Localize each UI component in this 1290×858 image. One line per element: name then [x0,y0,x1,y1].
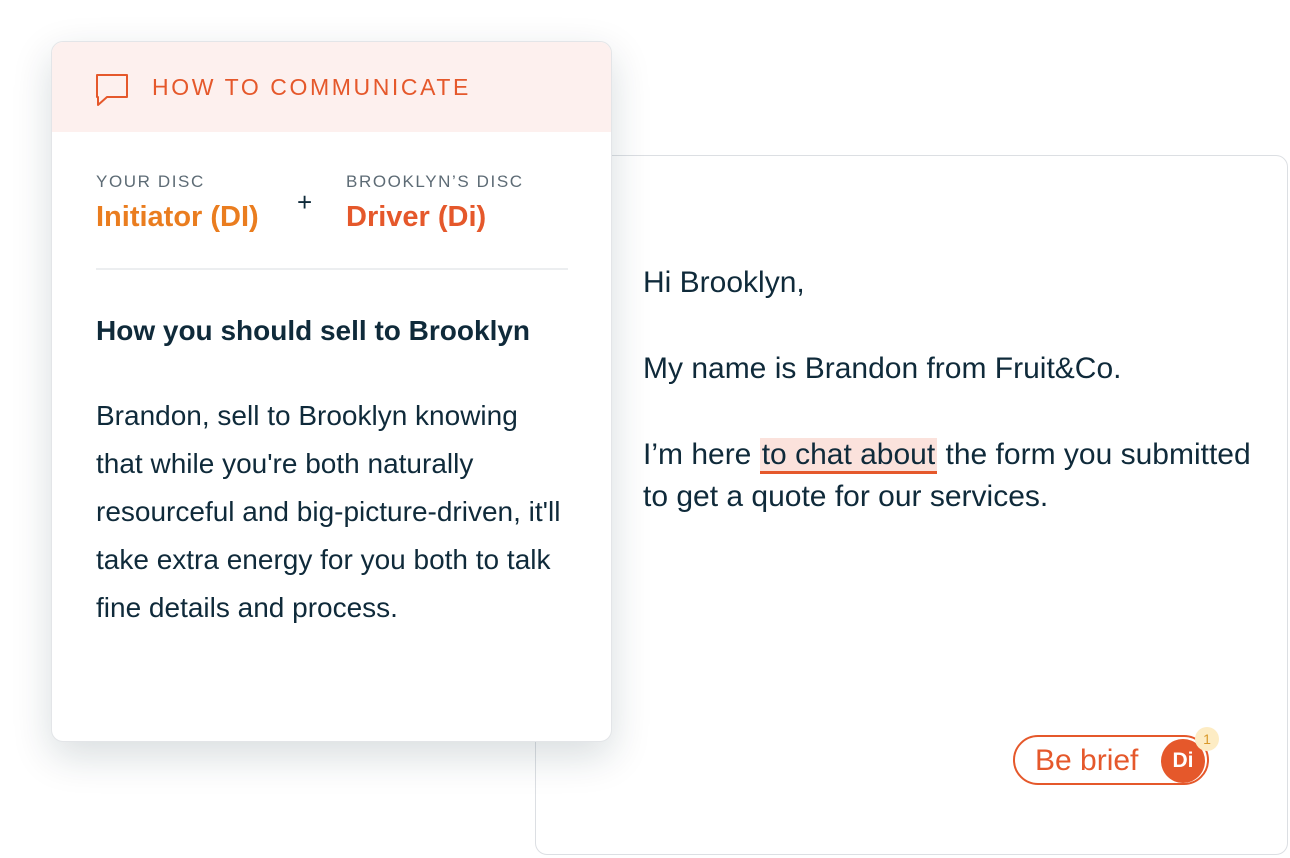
email-paragraph: I’m here to chat about the form you subm… [643,434,1263,518]
email-line3-prefix: I’m here [643,438,760,471]
card-title: HOW TO COMMUNICATE [152,74,471,100]
their-disc-label: BROOKLYN’S DISC [346,172,524,191]
your-disc-label: YOUR DISC [96,172,205,191]
card-header: HOW TO COMMUNICATE [52,42,611,132]
sell-advice-text: Brandon, sell to Brooklyn knowing that w… [96,400,561,623]
divider [96,268,568,270]
their-disc-value: Driver (Di) [346,201,487,233]
email-greeting: Hi Brooklyn, [643,266,805,299]
be-brief-suggestion-chip[interactable]: Be brief Di 1 [1013,727,1219,785]
how-to-communicate-card: HOW TO COMMUNICATE YOUR DISC Initiator (… [51,41,612,742]
email-intro: My name is Brandon from Fruit&Co. [643,352,1122,385]
your-disc-value: Initiator (DI) [96,201,259,233]
email-draft-card[interactable]: Hi Brooklyn, My name is Brandon from Fru… [535,155,1288,855]
suggestion-label: Be brief [1035,744,1139,777]
plus-sign: + [297,187,313,217]
email-body[interactable]: Hi Brooklyn, My name is Brandon from Fru… [643,262,1263,518]
highlighted-phrase[interactable]: to chat about [759,438,938,474]
sell-advice-title: How you should sell to Brooklyn [96,315,531,346]
suggestion-count-badge: 1 [1195,727,1219,751]
chat-bubble-icon [96,74,128,106]
